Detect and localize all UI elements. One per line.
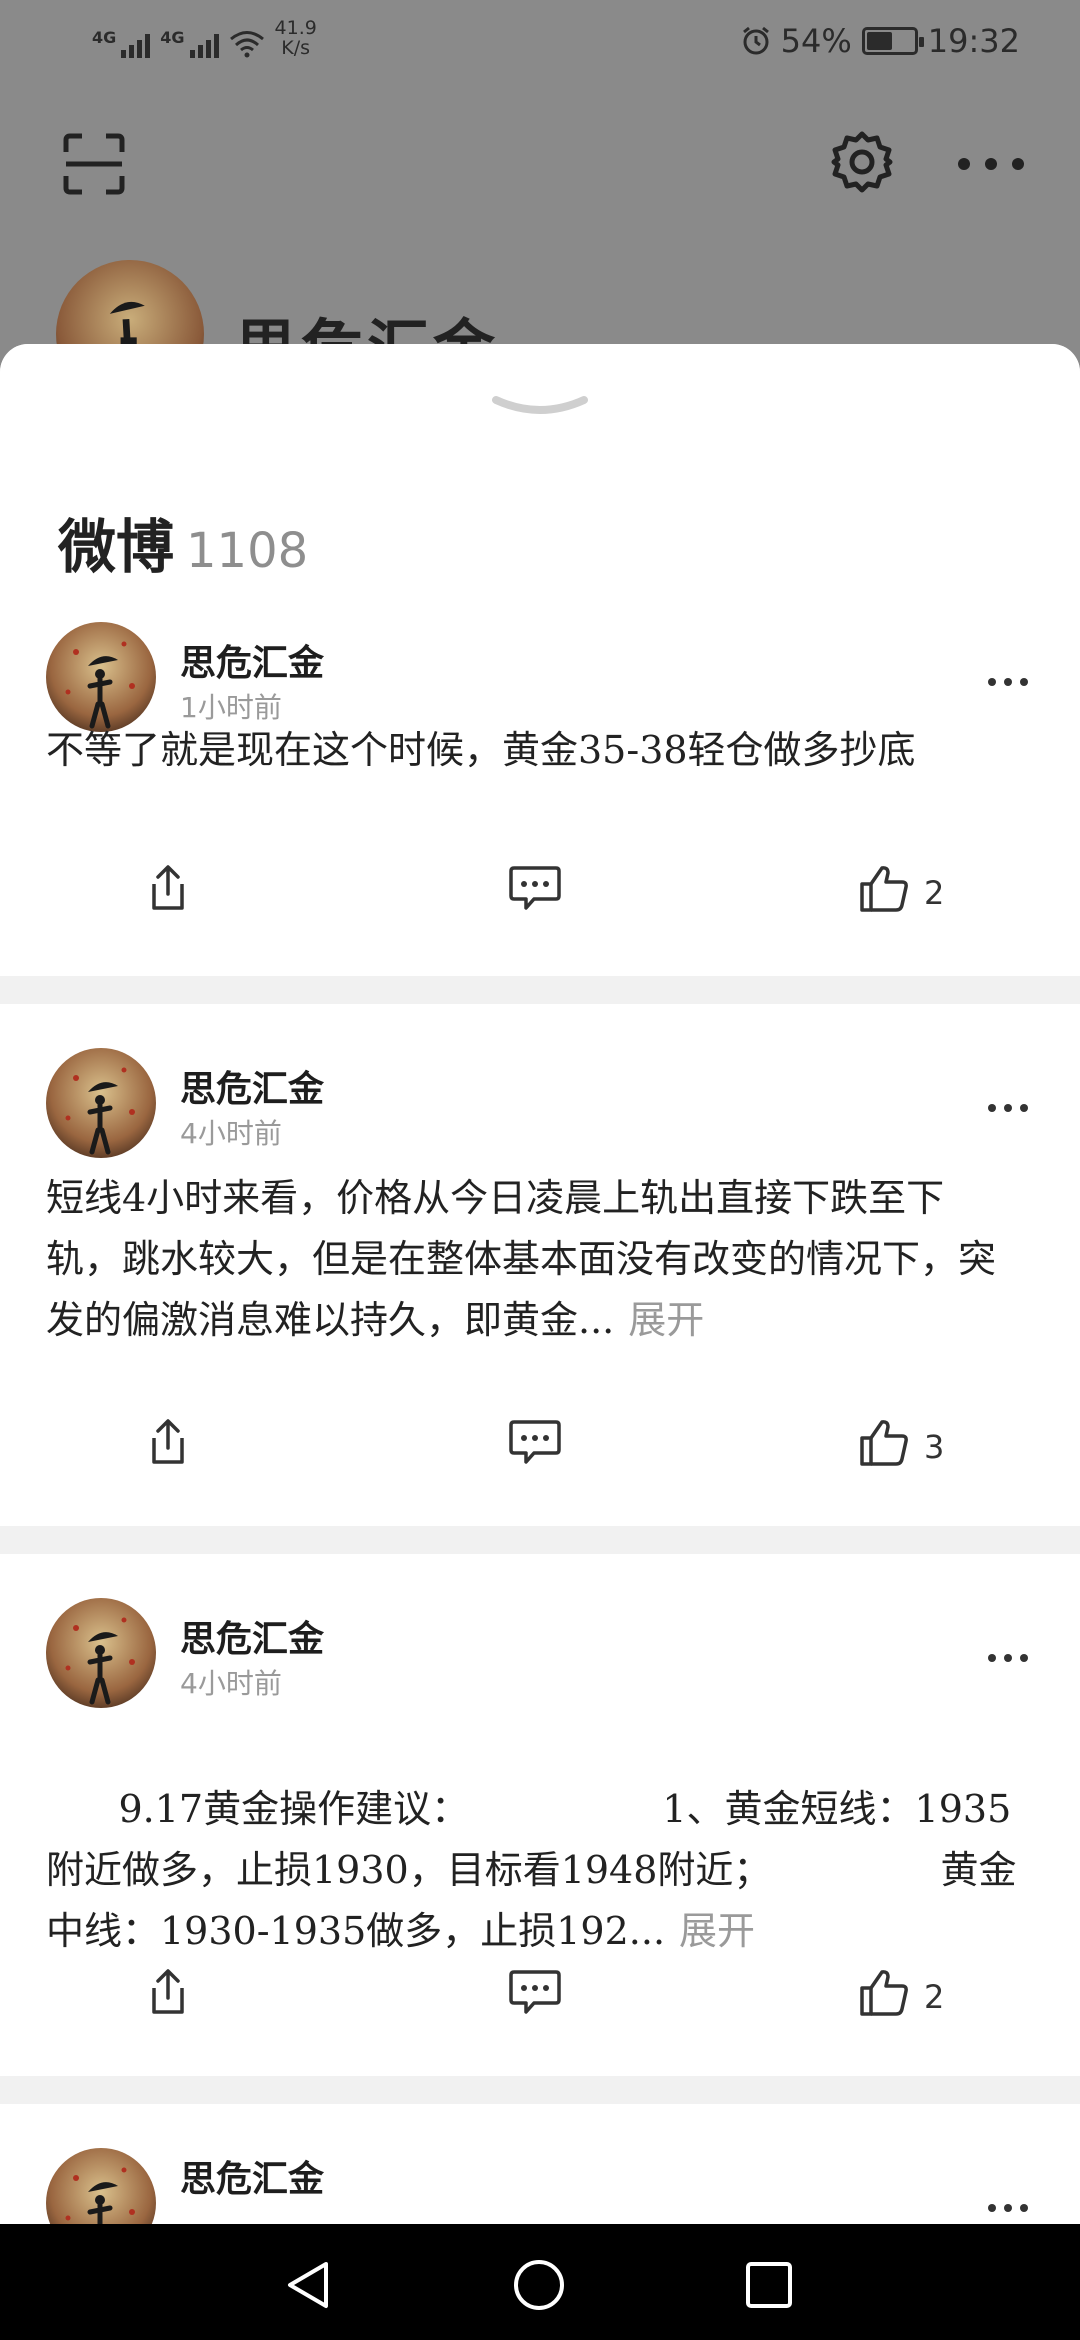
avatar[interactable]	[46, 1598, 156, 1708]
avatar-image	[46, 622, 156, 732]
wifi-icon	[229, 31, 264, 58]
avatar-image	[46, 1048, 156, 1158]
weibo-post[interactable]: 思危汇金 1小时前 不等了就是现在这个时候，黄金35-38轻仓做多抄底 2	[0, 622, 1080, 976]
signal-1-icon: 4G	[92, 28, 151, 58]
author-name[interactable]: 思危汇金	[180, 1610, 324, 1662]
avatar[interactable]	[46, 622, 156, 732]
author-name[interactable]: 思危汇金	[180, 634, 324, 686]
share-button[interactable]	[146, 1968, 190, 2024]
weibo-bottom-sheet: 微博 1108 思危汇金 1小时前 不等了就是现在这个时候，黄金35-38轻仓做…	[0, 344, 1080, 2224]
share-button[interactable]	[146, 864, 190, 920]
thumbs-up-icon	[860, 1420, 908, 1466]
sheet-header: 微博 1108	[0, 344, 1080, 624]
share-icon	[152, 865, 184, 910]
scan-icon[interactable]	[62, 132, 126, 196]
post-more-icon[interactable]	[988, 1102, 1028, 1114]
more-options-icon[interactable]	[958, 158, 1024, 170]
weibo-post[interactable]: 思危汇金 4小时前 9.17黄金操作建议： 1、黄金短线：1935附近做多，止损…	[0, 1554, 1080, 2076]
sheet-title: 微博 1108	[58, 513, 309, 581]
post-time: 4小时前	[180, 1667, 282, 1700]
like-button[interactable]: 2	[858, 864, 944, 922]
post-text[interactable]: 不等了就是现在这个时候，黄金35-38轻仓做多抄底	[46, 720, 1020, 781]
alarm-icon	[742, 26, 769, 55]
post-more-icon[interactable]	[988, 2202, 1028, 2214]
avatar-image	[46, 1598, 156, 1708]
avatar[interactable]	[46, 2148, 156, 2224]
thumbs-up-icon	[860, 866, 908, 912]
post-more-icon[interactable]	[988, 676, 1028, 688]
settings-gear-icon[interactable]	[830, 130, 894, 194]
author-name[interactable]: 思危汇金	[180, 1060, 324, 1112]
avatar[interactable]	[46, 1048, 156, 1158]
recents-icon[interactable]	[744, 2260, 794, 2310]
comment-icon	[509, 1420, 561, 1464]
post-text[interactable]: 短线4小时来看，价格从今日凌晨上轨出直接下跌至下轨，跳水较大，但是在整体基本面没…	[46, 1168, 1020, 1351]
weibo-post[interactable]: 思危汇金	[0, 2104, 1080, 2224]
post-more-icon[interactable]	[988, 1652, 1028, 1664]
share-icon	[152, 1419, 184, 1464]
expand-link[interactable]: 展开	[628, 1298, 704, 1342]
collapse-handle-icon[interactable]	[490, 392, 590, 422]
comment-button[interactable]	[508, 1418, 562, 1474]
comment-button[interactable]	[508, 1968, 562, 2024]
system-nav-bar	[0, 2224, 1080, 2340]
expand-link[interactable]: 展开	[679, 1909, 755, 1953]
comment-button[interactable]	[508, 864, 562, 920]
battery-icon	[861, 27, 924, 55]
signal-2-icon: 4G	[160, 28, 219, 58]
thumbs-up-icon	[860, 1970, 908, 2016]
battery-percent: 54%	[780, 22, 852, 60]
post-actions: 2	[0, 1968, 1080, 2038]
back-icon[interactable]	[284, 2260, 332, 2310]
status-bar: 4G 4G 41.9 K/s 54% 19:32	[0, 0, 1080, 84]
post-actions: 3	[0, 1418, 1080, 1488]
like-button[interactable]: 3	[858, 1418, 944, 1476]
home-icon[interactable]	[512, 2258, 566, 2312]
share-button[interactable]	[146, 1418, 190, 1474]
share-icon	[152, 1969, 184, 2014]
weibo-post[interactable]: 思危汇金 4小时前 短线4小时来看，价格从今日凌晨上轨出直接下跌至下轨，跳水较大…	[0, 1004, 1080, 1526]
network-speed: 41.9 K/s	[274, 17, 317, 59]
post-time: 4小时前	[180, 1117, 282, 1150]
comment-icon	[509, 866, 561, 910]
avatar-image	[46, 2148, 156, 2224]
weibo-count: 1108	[186, 523, 309, 579]
like-button[interactable]: 2	[858, 1968, 944, 2026]
author-name[interactable]: 思危汇金	[180, 2150, 324, 2202]
comment-icon	[509, 1970, 561, 2014]
clock: 19:32	[927, 22, 1020, 60]
post-actions: 2	[0, 864, 1080, 934]
